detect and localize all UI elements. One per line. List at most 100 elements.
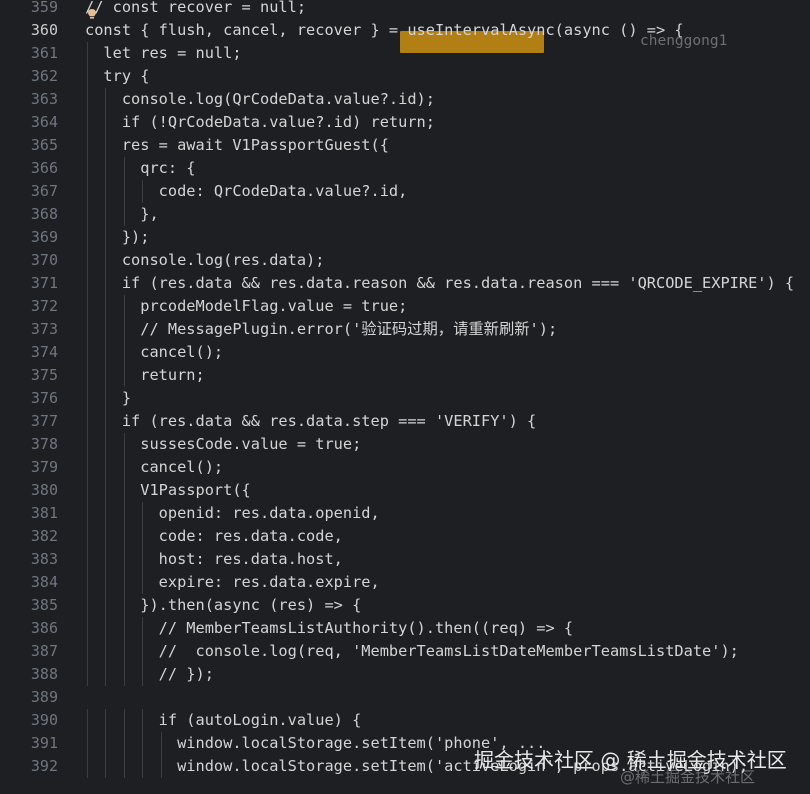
line-number: 364 — [30, 113, 58, 131]
line-number-gutter: 359 360 361 362 363 364 365 366 367 368 369 370 371 3… — [0, 0, 66, 794]
indent-guide — [142, 502, 144, 525]
indent-guide — [142, 571, 144, 594]
code-line[interactable]: } — [85, 387, 131, 410]
indent-guide — [105, 134, 107, 157]
code-line[interactable]: // MemberTeamsListAuthority().then((req)… — [85, 617, 573, 640]
indent-guide — [105, 203, 107, 226]
watermark-ghost-text: @稀土掘金技术社区 — [620, 768, 756, 786]
code-line[interactable]: }, — [85, 203, 158, 226]
code-line[interactable]: return; — [85, 364, 204, 387]
code-line[interactable]: openid: res.data.openid, — [85, 502, 380, 525]
indent-guide — [123, 456, 125, 479]
indent-guide — [87, 295, 88, 318]
indent-guide — [123, 502, 125, 525]
indent-guide — [142, 709, 144, 732]
line-number: 385 — [30, 596, 58, 614]
indent-guide — [142, 617, 144, 640]
indent-guide — [105, 387, 107, 410]
indent-guide — [160, 755, 162, 778]
indent-guide — [87, 65, 88, 88]
indent-guide — [105, 594, 107, 617]
indent-guide — [87, 88, 88, 111]
code-line[interactable]: let res = null; — [85, 42, 241, 65]
code-editor[interactable]: 359 360 361 362 363 364 365 366 367 368 369 370 371 3… — [0, 0, 810, 794]
indent-guide — [123, 663, 125, 686]
code-line[interactable]: console.log(QrCodeData.value?.id); — [85, 88, 435, 111]
code-line[interactable]: try { — [85, 65, 149, 88]
code-line[interactable]: // }); — [85, 663, 214, 686]
indent-guide — [105, 502, 107, 525]
indent-guide — [123, 617, 125, 640]
indent-guide — [105, 157, 107, 180]
indent-guide — [142, 640, 144, 663]
indent-guide — [105, 111, 107, 134]
indent-guide — [142, 548, 144, 571]
indent-guide — [105, 755, 107, 778]
line-number: 379 — [30, 458, 58, 476]
code-line[interactable]: // const recover = null; — [85, 0, 306, 19]
indent-guide — [87, 456, 88, 479]
code-line[interactable]: expire: res.data.expire, — [85, 571, 380, 594]
indent-guide — [123, 157, 125, 180]
indent-guide — [105, 410, 107, 433]
line-number: 367 — [30, 182, 58, 200]
code-line[interactable]: // MessagePlugin.error('验证码过期，请重新刷新'); — [85, 318, 557, 341]
indent-guide — [87, 134, 88, 157]
indent-guide — [87, 525, 88, 548]
code-line[interactable]: sussesCode.value = true; — [85, 433, 361, 456]
indent-guide — [87, 410, 88, 433]
indent-guide — [87, 42, 88, 65]
line-number: 389 — [30, 688, 58, 706]
code-line[interactable]: if (autoLogin.value) { — [85, 709, 362, 732]
line-number: 391 — [30, 734, 58, 752]
code-line[interactable]: const { flush, cancel, recover } = useIn… — [85, 19, 684, 42]
line-number: 392 — [30, 757, 58, 775]
indent-guide — [123, 479, 125, 502]
indent-guide — [105, 433, 107, 456]
line-number: 375 — [30, 366, 58, 384]
indent-guide — [105, 295, 107, 318]
indent-guide — [123, 295, 125, 318]
line-number: 388 — [30, 665, 58, 683]
indent-guide — [123, 318, 125, 341]
code-line[interactable]: res = await V1PassportGuest({ — [85, 134, 389, 157]
indent-guide — [123, 640, 125, 663]
line-number: 370 — [30, 251, 58, 269]
indent-guide — [87, 111, 88, 134]
code-line[interactable]: if (res.data && res.data.reason && res.d… — [85, 272, 794, 295]
code-line[interactable]: V1Passport({ — [85, 479, 251, 502]
code-line[interactable]: console.log(res.data); — [85, 249, 325, 272]
indent-guide — [105, 640, 107, 663]
indent-guide — [87, 387, 88, 410]
indent-guide — [123, 433, 125, 456]
indent-guide — [123, 571, 125, 594]
indent-guide — [87, 180, 88, 203]
line-number: 376 — [30, 389, 58, 407]
indent-guide — [105, 732, 107, 755]
code-line[interactable]: prcodeModelFlag.value = true; — [85, 295, 407, 318]
line-number: 360 — [30, 21, 58, 39]
code-area[interactable]: // const recover = null; const { flush, c… — [85, 0, 810, 794]
code-line[interactable]: if (!QrCodeData.value?.id) return; — [85, 111, 435, 134]
code-line[interactable]: }); — [85, 226, 150, 249]
code-line[interactable]: code: QrCodeData.value?.id, — [85, 180, 408, 203]
line-number: 371 — [30, 274, 58, 292]
indent-guide — [142, 663, 144, 686]
line-number: 378 — [30, 435, 58, 453]
indent-guide — [87, 594, 88, 617]
indent-guide — [87, 663, 88, 686]
line-number: 373 — [30, 320, 58, 338]
code-line[interactable]: if (res.data && res.data.step === 'VERIF… — [85, 410, 536, 433]
indent-guide — [105, 479, 107, 502]
code-line[interactable]: // console.log(req, 'MemberTeamsListDate… — [85, 640, 739, 663]
indent-guide — [105, 525, 107, 548]
code-line[interactable]: }).then(async (res) => { — [85, 594, 361, 617]
indent-guide — [142, 732, 144, 755]
line-number: 363 — [30, 90, 58, 108]
indent-guide — [87, 364, 88, 387]
line-number: 386 — [30, 619, 58, 637]
code-line[interactable]: qrc: { — [85, 157, 195, 180]
indent-guide — [105, 364, 107, 387]
indent-guide — [87, 502, 88, 525]
indent-guide — [123, 180, 125, 203]
